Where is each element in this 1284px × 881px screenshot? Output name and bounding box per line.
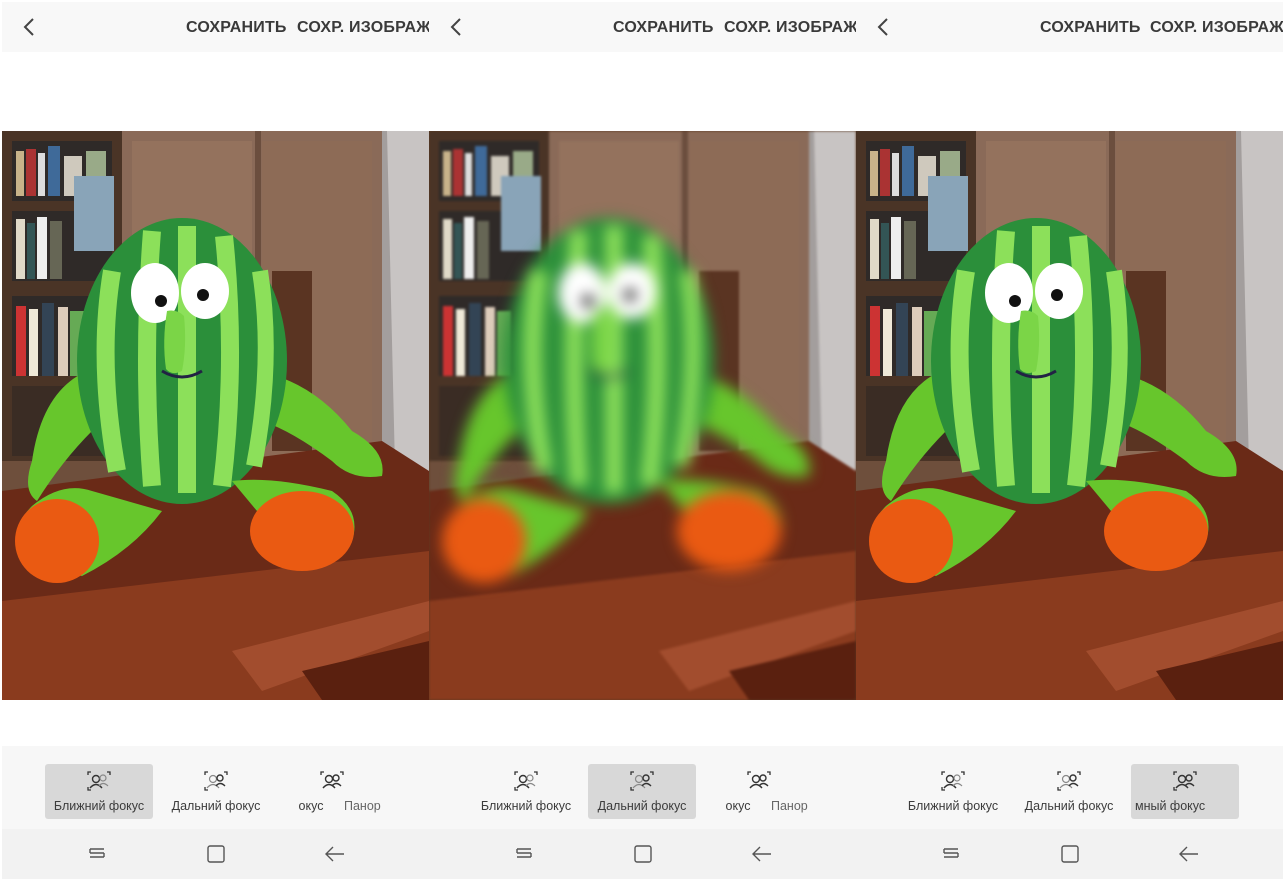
recent-apps-icon[interactable]: [86, 843, 108, 865]
editor-panel-near-focus: СОХРАНИТЬ СОХР. ИЗОБРАЖ. Ближний фокус Д…: [2, 0, 429, 881]
mode-label: Панор: [771, 799, 808, 813]
focus-people-icon: [320, 771, 344, 789]
focus-people-icon: [630, 771, 654, 791]
system-nav-bar: [2, 829, 429, 879]
mode-label: Ближний фокус: [907, 799, 999, 813]
mode-far-focus[interactable]: Дальний фокус: [1015, 764, 1123, 819]
photo-preview[interactable]: [2, 131, 429, 700]
focus-mode-bar: Ближний фокус Дальний фокус окус Панор: [2, 746, 429, 829]
mode-far-focus[interactable]: Дальний фокус: [162, 764, 270, 819]
save-image-button[interactable]: СОХР. ИЗОБРАЖ.: [724, 19, 856, 37]
mode-label: окус: [725, 799, 751, 813]
mode-near-focus[interactable]: Ближний фокус: [45, 764, 153, 819]
focus-people-icon: [747, 771, 771, 789]
mode-label: Дальний фокус: [171, 799, 261, 813]
focus-people-icon: [941, 771, 965, 791]
photo-preview[interactable]: [429, 131, 856, 700]
mode-pan-focus[interactable]: мный фокус: [1131, 764, 1239, 819]
focus-mode-bar: Ближний фокус Дальний фокус мный фокус: [856, 746, 1283, 829]
photo-preview[interactable]: [856, 131, 1283, 700]
mode-label: мный фокус: [1135, 799, 1206, 813]
recent-apps-icon[interactable]: [940, 843, 962, 865]
back-arrow-icon[interactable]: [1178, 843, 1200, 865]
editor-panel-pan-focus: СОХРАНИТЬ СОХР. ИЗОБРАЖ. Ближний фокус Д…: [856, 0, 1283, 881]
mode-label: Ближний фокус: [480, 799, 572, 813]
mode-label: Дальний фокус: [597, 799, 687, 813]
chevron-left-icon[interactable]: [18, 15, 42, 39]
focus-people-icon: [204, 771, 228, 791]
mode-label: окус: [298, 799, 324, 813]
mode-panorama[interactable]: Панор: [771, 764, 811, 819]
mode-label: Ближний фокус: [53, 799, 145, 813]
focus-people-icon: [1057, 771, 1081, 791]
top-bar: СОХРАНИТЬ СОХР. ИЗОБРАЖ.: [2, 2, 429, 52]
system-nav-bar: [429, 829, 856, 879]
mode-panorama[interactable]: Панор: [344, 764, 384, 819]
mode-pan-focus[interactable]: окус: [705, 764, 771, 819]
chevron-left-icon[interactable]: [445, 15, 469, 39]
mode-label: Панор: [344, 799, 381, 813]
mode-far-focus[interactable]: Дальний фокус: [588, 764, 696, 819]
mode-near-focus[interactable]: Ближний фокус: [472, 764, 580, 819]
focus-people-icon: [1173, 771, 1197, 791]
mode-pan-focus[interactable]: окус: [278, 764, 344, 819]
recent-apps-icon[interactable]: [513, 843, 535, 865]
back-arrow-icon[interactable]: [751, 843, 773, 865]
save-button[interactable]: СОХРАНИТЬ: [613, 19, 714, 37]
focus-people-icon: [87, 771, 111, 791]
top-bar: СОХРАНИТЬ СОХР. ИЗОБРАЖ.: [429, 2, 856, 52]
editor-panel-far-focus: СОХРАНИТЬ СОХР. ИЗОБРАЖ. Ближний фокус Д…: [429, 0, 856, 881]
focus-people-icon: [514, 771, 538, 791]
focus-mode-bar: Ближний фокус Дальний фокус окус Панор: [429, 746, 856, 829]
back-arrow-icon[interactable]: [324, 843, 346, 865]
save-button[interactable]: СОХРАНИТЬ: [186, 19, 287, 37]
system-nav-bar: [856, 829, 1283, 879]
save-image-button[interactable]: СОХР. ИЗОБРАЖ.: [1150, 19, 1283, 37]
home-icon[interactable]: [632, 843, 654, 865]
home-icon[interactable]: [1059, 843, 1081, 865]
top-bar: СОХРАНИТЬ СОХР. ИЗОБРАЖ.: [856, 2, 1283, 52]
mode-label: Дальний фокус: [1024, 799, 1114, 813]
home-icon[interactable]: [205, 843, 227, 865]
chevron-left-icon[interactable]: [872, 15, 896, 39]
save-image-button[interactable]: СОХР. ИЗОБРАЖ.: [297, 19, 429, 37]
mode-near-focus[interactable]: Ближний фокус: [899, 764, 1007, 819]
save-button[interactable]: СОХРАНИТЬ: [1040, 19, 1141, 37]
